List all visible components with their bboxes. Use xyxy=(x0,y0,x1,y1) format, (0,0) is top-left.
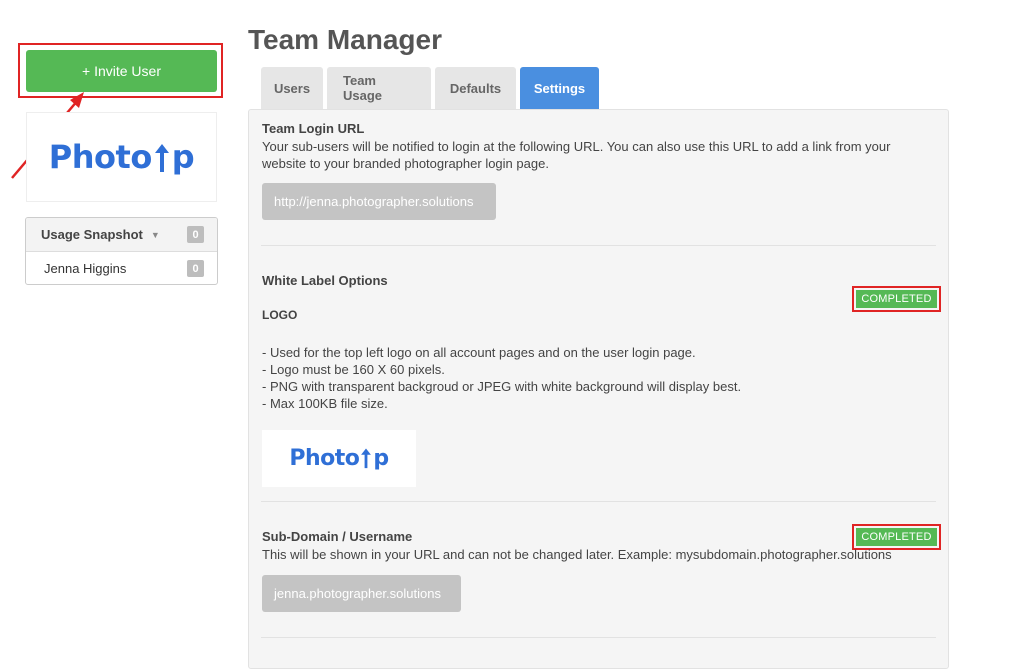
subdomain-description: This will be shown in your URL and can n… xyxy=(262,547,892,562)
usage-snapshot: Usage Snapshot ▼ 0 Jenna Higgins 0 xyxy=(25,217,218,285)
logo-requirement: - Max 100KB file size. xyxy=(262,396,388,411)
login-url-field[interactable]: http://jenna.photographer.solutions xyxy=(262,183,496,220)
logo-text-right: p xyxy=(373,446,389,471)
company-logo: Photo p xyxy=(26,112,217,202)
section-divider xyxy=(261,245,936,246)
tab-users[interactable]: Users xyxy=(261,67,323,109)
logo-requirement: - PNG with transparent backgroud or JPEG… xyxy=(262,379,742,394)
logo-text-left: Photo xyxy=(48,138,153,176)
white-label-title: White Label Options xyxy=(262,273,388,288)
tab-bar: Users Team Usage Defaults Settings xyxy=(261,67,599,109)
logo-text-left: Photo xyxy=(289,446,360,471)
subdomain-status-badge: COMPLETED xyxy=(856,528,937,546)
login-url-description: Your sub-users will be notified to login… xyxy=(262,139,891,171)
tab-settings[interactable]: Settings xyxy=(520,67,599,109)
usage-snapshot-row: Jenna Higgins 0 xyxy=(26,252,217,284)
logo-preview[interactable]: Photo p xyxy=(262,430,416,487)
user-count-badge: 0 xyxy=(187,260,204,277)
subdomain-field[interactable]: jenna.photographer.solutions xyxy=(262,575,461,612)
subdomain-title: Sub-Domain / Username xyxy=(262,529,413,544)
tab-defaults[interactable]: Defaults xyxy=(435,67,516,109)
caret-down-icon[interactable]: ▼ xyxy=(151,230,160,240)
logo-heading: LOGO xyxy=(262,308,298,322)
section-divider xyxy=(261,637,936,638)
photoup-logo: Photo p xyxy=(48,138,195,176)
logo-requirement: - Logo must be 160 X 60 pixels. xyxy=(262,362,445,377)
tab-team-usage[interactable]: Team Usage xyxy=(327,67,431,109)
login-url-title: Team Login URL xyxy=(262,121,365,136)
up-arrow-icon xyxy=(152,142,172,176)
usage-snapshot-count: 0 xyxy=(187,226,204,243)
logo-text-right: p xyxy=(171,138,195,176)
section-divider xyxy=(261,501,936,502)
page-title: Team Manager xyxy=(248,24,442,55)
usage-snapshot-header[interactable]: Usage Snapshot ▼ 0 xyxy=(26,218,217,252)
white-label-status-badge: COMPLETED xyxy=(856,290,937,308)
up-arrow-icon xyxy=(359,447,373,471)
logo-requirement: - Used for the top left logo on all acco… xyxy=(262,345,696,360)
photoup-logo-preview: Photo p xyxy=(289,446,389,471)
usage-snapshot-title: Usage Snapshot xyxy=(41,227,143,242)
user-name: Jenna Higgins xyxy=(44,261,127,276)
